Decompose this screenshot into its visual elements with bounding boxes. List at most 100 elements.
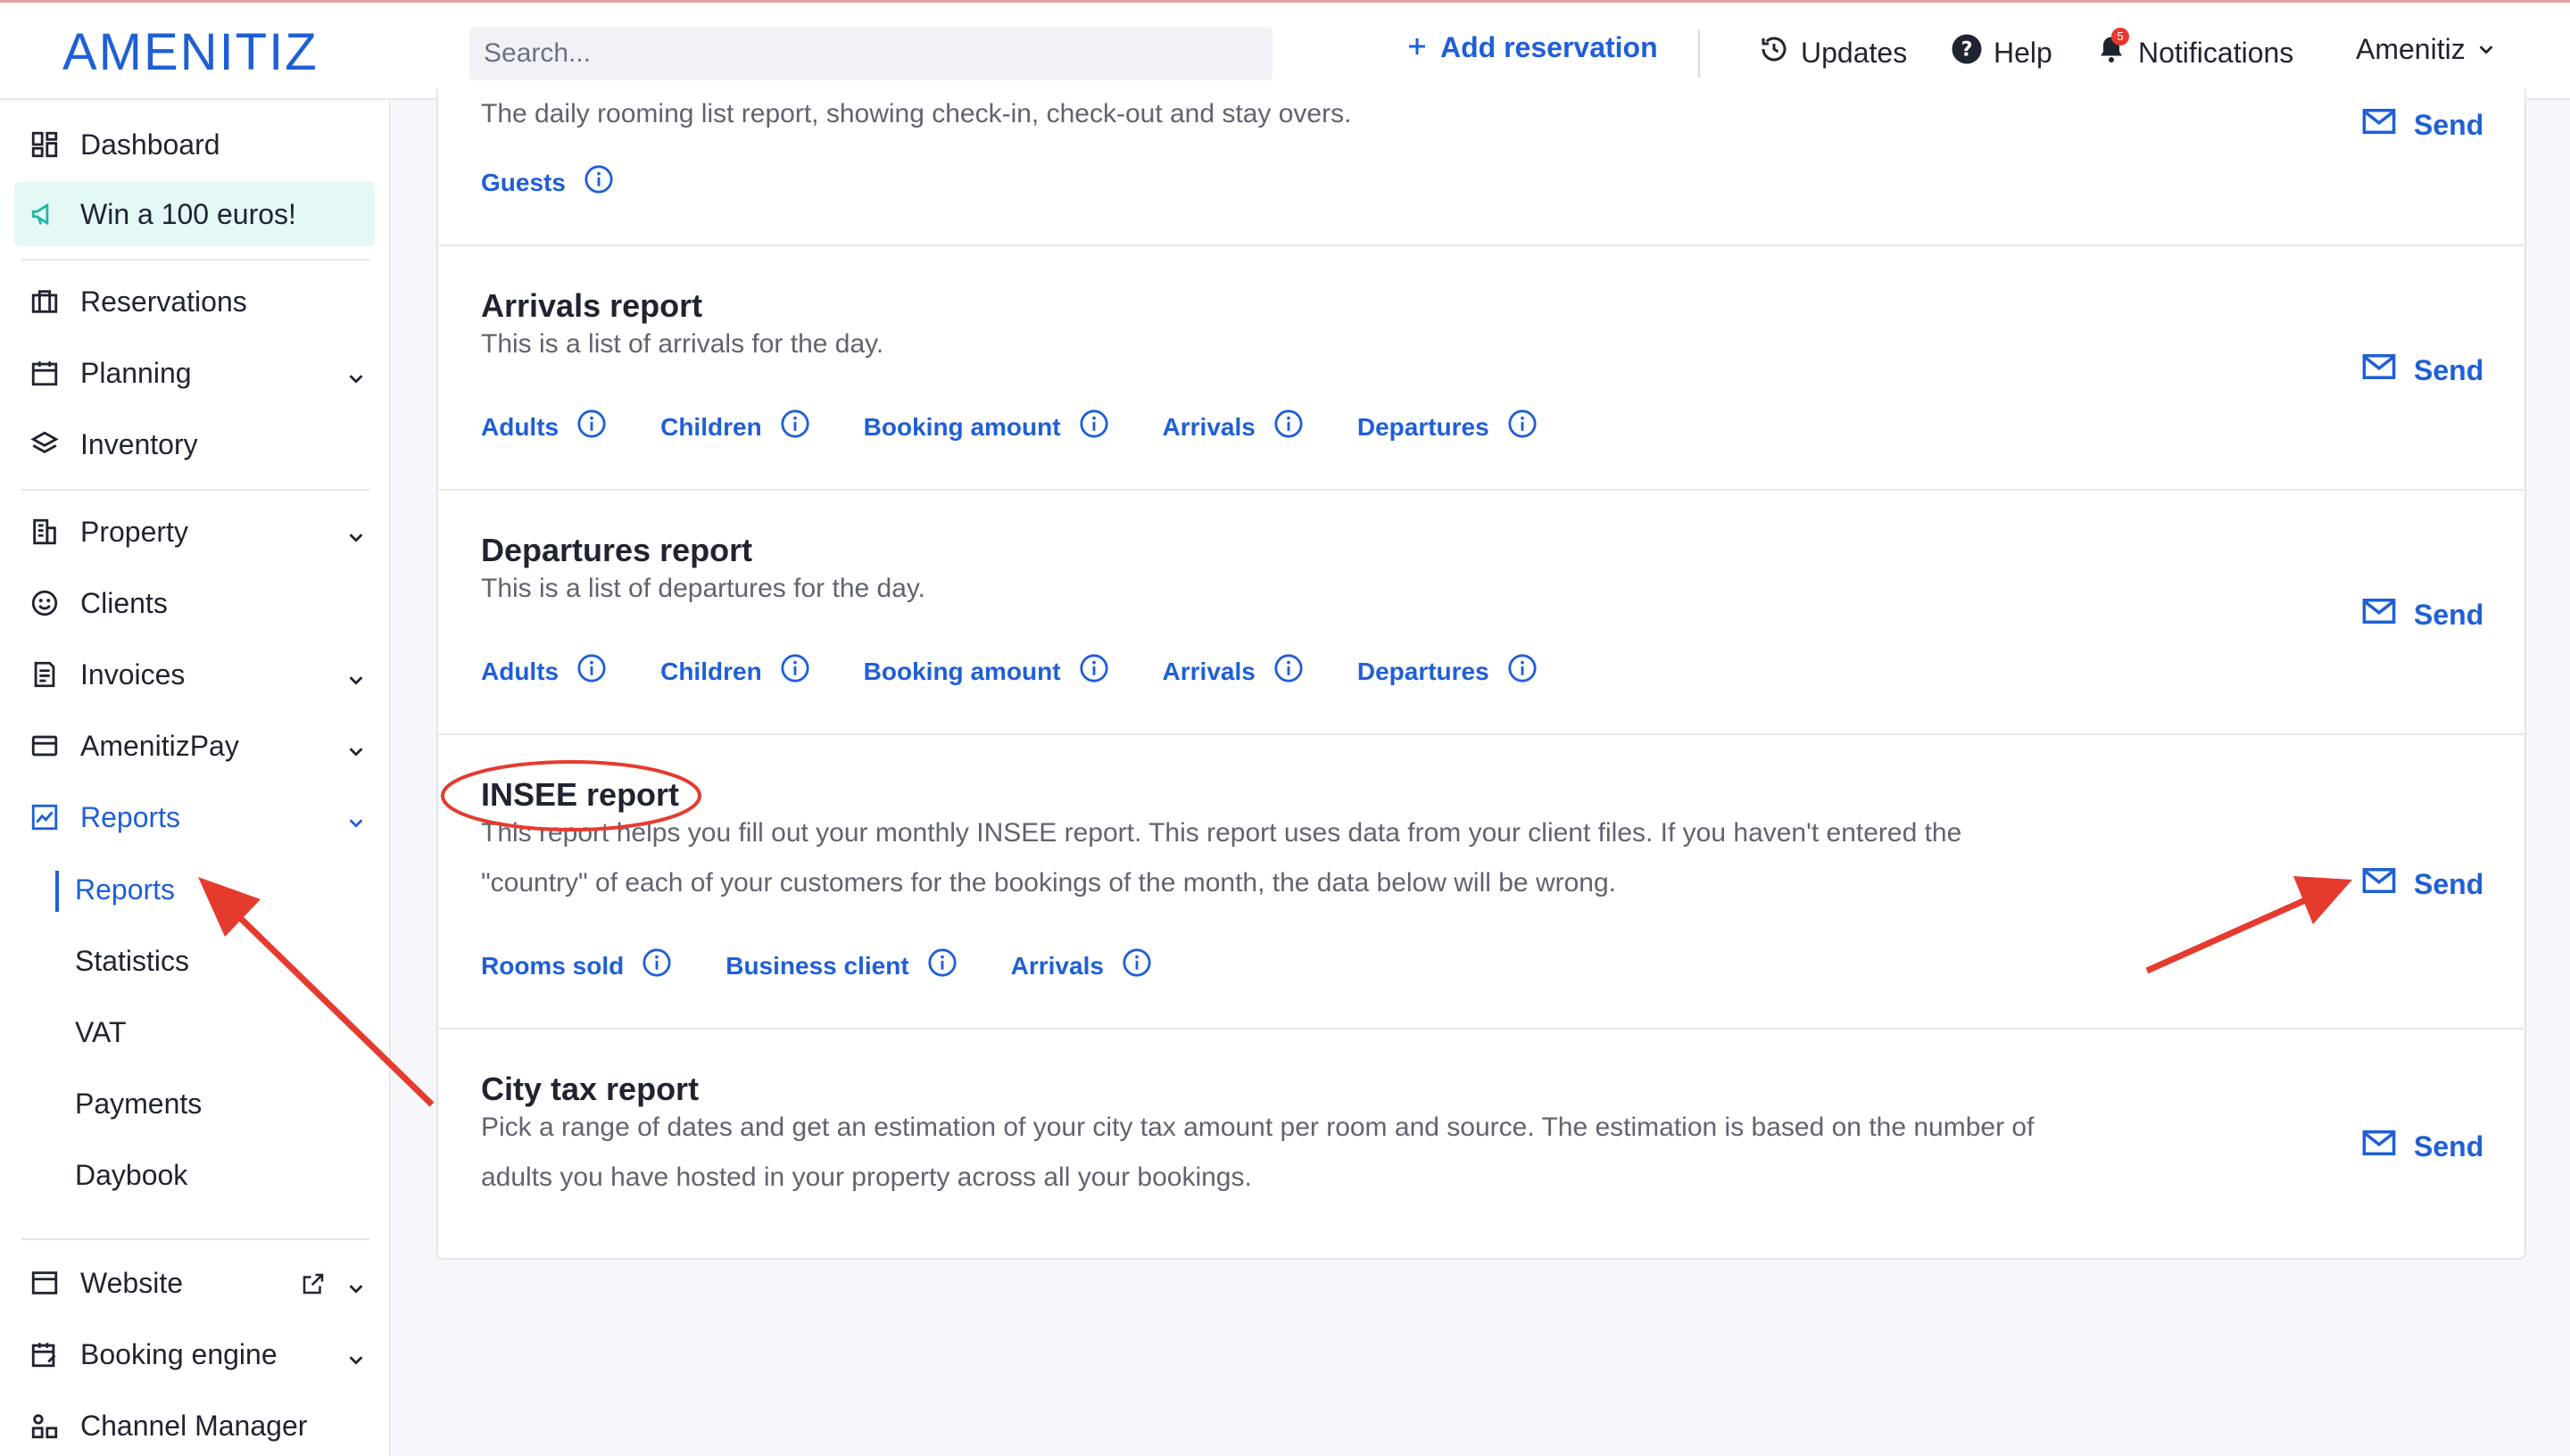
reports-card: The daily rooming list report, showing c… — [436, 89, 2526, 1260]
updates-label: Updates — [1801, 36, 1908, 69]
tag-rooms-sold[interactable]: Rooms sold — [481, 947, 672, 984]
smiley-icon — [27, 585, 62, 621]
sidebar-item-booking-engine[interactable]: Booking engine — [14, 1322, 375, 1386]
sidebar-item-channel-manager[interactable]: Channel Manager — [14, 1394, 375, 1456]
info-icon[interactable] — [584, 164, 614, 201]
add-reservation-button[interactable]: Add reservation — [1406, 31, 1658, 64]
briefcase-icon — [27, 284, 62, 319]
sidebar-item-reports[interactable]: Reports — [14, 785, 375, 849]
sidebar-item-reservations[interactable]: Reservations — [14, 269, 375, 334]
sidebar-item-label: Reservations — [80, 285, 247, 318]
sidebar-item-amenitizpay[interactable]: AmenitizPay — [14, 714, 375, 778]
tag-booking-amount[interactable]: Booking amount — [864, 409, 1109, 445]
send-button[interactable]: Send — [2360, 348, 2483, 393]
building-icon — [27, 514, 62, 550]
svg-text:?: ? — [1961, 38, 1972, 62]
account-label: Amenitiz — [2356, 33, 2466, 65]
send-label: Send — [2414, 353, 2484, 386]
info-icon[interactable] — [642, 947, 672, 984]
mail-icon — [2360, 348, 2398, 393]
tag-departures[interactable]: Departures — [1357, 409, 1538, 445]
tag-label: Departures — [1356, 657, 1489, 685]
tag-departures[interactable]: Departures — [1357, 653, 1538, 690]
updates-button[interactable]: Updates — [1758, 33, 1907, 72]
tag-label: Guests — [481, 168, 566, 196]
tag-children[interactable]: Children — [660, 409, 810, 445]
tag-label: Booking amount — [863, 657, 1061, 685]
report-description-continued: "country" of each of your customers for … — [481, 868, 1616, 898]
sidebar-subitem-vat[interactable]: VAT — [75, 1010, 126, 1055]
sidebar-subitem-statistics[interactable]: Statistics — [75, 939, 189, 983]
sidebar-item-inventory[interactable]: Inventory — [14, 412, 375, 476]
info-icon[interactable] — [1273, 409, 1304, 445]
sidebar-item-website[interactable]: Website — [14, 1251, 375, 1315]
sidebar-item-label: Reports — [80, 800, 181, 833]
chevron-down-icon — [2476, 33, 2496, 66]
info-icon[interactable] — [1079, 409, 1109, 445]
send-label: Send — [2414, 1129, 2484, 1162]
tag-label: Children — [660, 412, 762, 441]
help-button[interactable]: ? Help — [1951, 33, 2052, 72]
tag-arrivals[interactable]: Arrivals — [1163, 653, 1304, 690]
notifications-label: Notifications — [2138, 36, 2294, 69]
tag-adults[interactable]: Adults — [481, 409, 607, 445]
chevron-down-icon — [346, 362, 366, 395]
sidebar-item-clients[interactable]: Clients — [14, 571, 375, 635]
tag-booking-amount[interactable]: Booking amount — [864, 653, 1109, 690]
send-button[interactable]: Send — [2360, 1124, 2483, 1169]
info-icon[interactable] — [780, 409, 810, 445]
add-reservation-label: Add reservation — [1440, 31, 1658, 63]
info-icon[interactable] — [1122, 947, 1152, 984]
tag-label: Business client — [725, 951, 909, 980]
invoice-icon — [27, 657, 62, 692]
tag-arrivals[interactable]: Arrivals — [1011, 947, 1152, 984]
calendar-edit-icon — [27, 1336, 62, 1372]
send-button[interactable]: Send — [2360, 862, 2483, 906]
logo[interactable]: AMENITIZ — [62, 22, 319, 82]
send-label: Send — [2414, 867, 2484, 900]
send-label: Send — [2414, 108, 2484, 141]
external-link-icon[interactable] — [300, 1270, 327, 1304]
account-menu[interactable]: Amenitiz — [2356, 33, 2496, 66]
sidebar-item-label: Invoices — [80, 658, 186, 691]
sidebar-divider — [21, 489, 369, 491]
channels-icon — [27, 1408, 62, 1444]
info-icon[interactable] — [1507, 409, 1538, 445]
info-icon[interactable] — [780, 653, 810, 690]
megaphone-icon — [27, 196, 62, 232]
send-button[interactable]: Send — [2360, 103, 2483, 147]
report-description: The daily rooming list report, showing c… — [481, 99, 1352, 128]
notifications-button[interactable]: 5 Notifications — [2095, 28, 2294, 72]
tag-children[interactable]: Children — [660, 653, 810, 690]
tag-label: Rooms sold — [481, 951, 625, 980]
sidebar-subitem-payments[interactable]: Payments — [75, 1081, 202, 1126]
sidebar-item-label: Website — [80, 1266, 184, 1299]
sidebar-item-invoices[interactable]: Invoices — [14, 642, 375, 707]
info-icon[interactable] — [576, 653, 607, 690]
info-icon[interactable] — [1273, 653, 1304, 690]
info-icon[interactable] — [1079, 653, 1109, 690]
sidebar-item-promo[interactable]: Win a 100 euros! — [14, 182, 375, 246]
tag-business-client[interactable]: Business client — [725, 947, 957, 984]
chevron-down-icon — [346, 1344, 366, 1377]
sidebar-subitem-daybook[interactable]: Daybook — [75, 1153, 187, 1197]
sidebar-item-property[interactable]: Property — [14, 500, 375, 564]
bell-icon: 5 — [2095, 28, 2129, 72]
info-icon[interactable] — [576, 409, 607, 445]
tag-label: Adults — [481, 657, 560, 685]
tag-guests[interactable]: Guests — [481, 164, 614, 201]
sidebar-subitem-reports[interactable]: Reports — [75, 867, 175, 912]
tag-arrivals[interactable]: Arrivals — [1163, 409, 1304, 445]
sidebar-item-label: Dashboard — [80, 128, 220, 161]
send-button[interactable]: Send — [2360, 592, 2483, 637]
sidebar-item-planning[interactable]: Planning — [14, 341, 375, 405]
sidebar-divider — [21, 1238, 369, 1240]
info-icon[interactable] — [927, 947, 958, 984]
browser-icon — [27, 1265, 62, 1301]
tag-label: Arrivals — [1162, 412, 1256, 441]
search-input[interactable] — [469, 27, 1273, 80]
sidebar-item-dashboard[interactable]: Dashboard — [14, 112, 375, 177]
sidebar-divider — [21, 259, 369, 261]
info-icon[interactable] — [1507, 653, 1538, 690]
tag-adults[interactable]: Adults — [481, 653, 607, 690]
